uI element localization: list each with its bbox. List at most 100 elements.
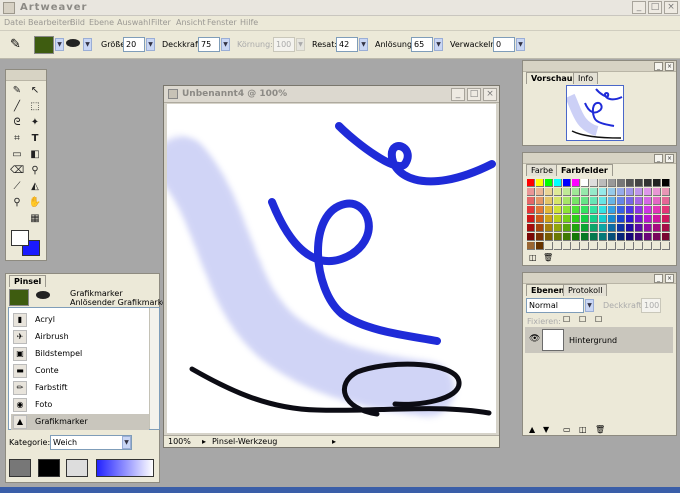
color-swatch[interactable] (581, 197, 589, 205)
color-swatch[interactable] (536, 206, 544, 214)
color-swatch[interactable] (554, 197, 562, 205)
color-swatch[interactable] (527, 233, 535, 241)
list-item-selected[interactable]: ▲ Grafikmarker (11, 414, 149, 430)
color-swatch[interactable] (545, 179, 553, 187)
color-swatch[interactable] (536, 215, 544, 223)
tab-farbfelder[interactable]: Farbfelder (556, 164, 613, 176)
color-swatch[interactable] (635, 215, 643, 223)
color-swatch[interactable] (554, 179, 562, 187)
menu-ebene[interactable]: Ebene (89, 18, 114, 27)
menu-auswahl[interactable]: Auswahl (117, 18, 150, 27)
brush-shape-dropdown[interactable]: ▼ (83, 38, 92, 51)
menu-filter[interactable]: Filter (151, 18, 171, 27)
color-swatch[interactable] (626, 233, 634, 241)
color-swatch[interactable] (617, 233, 625, 241)
brush-category-list[interactable]: ▮ Acryl ✈ Airbrush ▣ Bildstempel ▬ Conte ✏ Fa… (8, 307, 160, 430)
color-swatch[interactable] (617, 224, 625, 232)
layer-row[interactable]: 👁 Hintergrund (525, 327, 673, 353)
kategorie-dropdown[interactable]: ▼ (122, 436, 131, 449)
color-swatch[interactable] (662, 242, 670, 250)
deckkraft-dropdown[interactable]: ▼ (221, 38, 230, 51)
color-swatch[interactable] (545, 197, 553, 205)
status-menu-arrow-icon[interactable]: ▸ (332, 437, 336, 446)
menu-bearbeiten[interactable]: Bearbeiten (28, 18, 72, 27)
color-swatch[interactable] (599, 188, 607, 196)
color-swatch[interactable] (626, 188, 634, 196)
list-item[interactable]: ✈ Airbrush (11, 329, 149, 345)
color-swatch[interactable] (599, 206, 607, 214)
color-swatch[interactable] (608, 206, 616, 214)
color-swatch[interactable] (581, 233, 589, 241)
drawing-canvas[interactable] (154, 104, 496, 433)
color-swatch[interactable] (527, 206, 535, 214)
color-swatch[interactable] (599, 233, 607, 241)
color-swatch[interactable] (617, 197, 625, 205)
color-swatch[interactable] (590, 197, 598, 205)
texture-swatch[interactable] (9, 459, 31, 477)
grid-tool-icon[interactable]: ▦ (28, 212, 42, 226)
layer-down-icon[interactable]: ▼ (543, 425, 549, 434)
gradient-swatch[interactable] (96, 459, 154, 477)
color-swatch[interactable] (572, 206, 580, 214)
color-swatch[interactable] (653, 224, 661, 232)
brush-category-icon[interactable] (9, 289, 29, 306)
color-swatch[interactable] (536, 233, 544, 241)
clone-stamp-icon[interactable]: ⚲ (28, 164, 42, 178)
groesse-input[interactable]: 20 (123, 37, 145, 52)
color-swatch[interactable] (563, 233, 571, 241)
eye-icon[interactable]: 👁 (529, 334, 540, 344)
tab-pinsel[interactable]: Pinsel (9, 275, 47, 287)
new-layer-icon[interactable]: ◫ (579, 425, 587, 434)
menu-hilfe[interactable]: Hilfe (240, 18, 258, 27)
color-swatch[interactable] (545, 224, 553, 232)
color-swatch[interactable] (572, 242, 580, 250)
color-swatch[interactable] (608, 197, 616, 205)
color-swatch[interactable] (581, 215, 589, 223)
text-tool-icon[interactable]: T (28, 132, 42, 146)
tab-farbe[interactable]: Farbe (526, 164, 559, 176)
farbfelder-minimize-button[interactable]: _ (654, 154, 663, 163)
crop-tool-icon[interactable]: ⌗ (10, 132, 24, 146)
color-swatch[interactable] (635, 206, 643, 214)
color-swatch[interactable] (581, 206, 589, 214)
color-swatch[interactable] (644, 215, 652, 223)
color-swatch[interactable] (608, 242, 616, 250)
brush-list-scrollbar[interactable] (149, 308, 159, 429)
color-swatch[interactable] (554, 224, 562, 232)
color-swatch[interactable] (590, 242, 598, 250)
hand-tool-icon[interactable]: ✋ (28, 196, 42, 210)
color-swatch[interactable] (563, 215, 571, 223)
color-swatch[interactable] (554, 206, 562, 214)
delete-layer-icon[interactable]: 🗑 (595, 425, 605, 434)
color-swatch[interactable] (635, 197, 643, 205)
color-swatch[interactable] (545, 242, 553, 250)
color-swatch[interactable] (590, 188, 598, 196)
color-swatch[interactable] (554, 242, 562, 250)
color-swatch[interactable] (599, 197, 607, 205)
list-item[interactable]: ✏ Farbstift (11, 380, 149, 396)
lock-transparency-icon[interactable]: ☐ (563, 315, 570, 324)
color-swatch[interactable] (662, 215, 670, 223)
color-swatch[interactable] (626, 215, 634, 223)
color-swatch[interactable] (617, 188, 625, 196)
color-swatch[interactable] (644, 206, 652, 214)
kategorie-select[interactable]: Weich (50, 435, 132, 450)
status-arrow-icon[interactable]: ▸ (202, 437, 206, 446)
color-swatch[interactable] (581, 242, 589, 250)
color-swatch[interactable] (662, 233, 670, 241)
groesse-dropdown[interactable]: ▼ (146, 38, 155, 51)
color-swatch[interactable] (653, 233, 661, 241)
color-swatch[interactable] (662, 179, 670, 187)
color-swatch[interactable] (644, 188, 652, 196)
color-swatch[interactable] (527, 179, 535, 187)
color-swatch[interactable] (617, 215, 625, 223)
doc-maximize-button[interactable]: □ (467, 88, 481, 101)
list-item[interactable]: ▮ Acryl (11, 312, 149, 328)
color-swatch[interactable] (554, 188, 562, 196)
ebenen-close-button[interactable]: × (665, 274, 674, 283)
color-swatch[interactable] (608, 224, 616, 232)
color-swatch[interactable] (635, 224, 643, 232)
color-swatch[interactable] (572, 233, 580, 241)
brush-preset-icon[interactable] (34, 36, 54, 54)
aufloesung-dropdown[interactable]: ▼ (434, 38, 443, 51)
